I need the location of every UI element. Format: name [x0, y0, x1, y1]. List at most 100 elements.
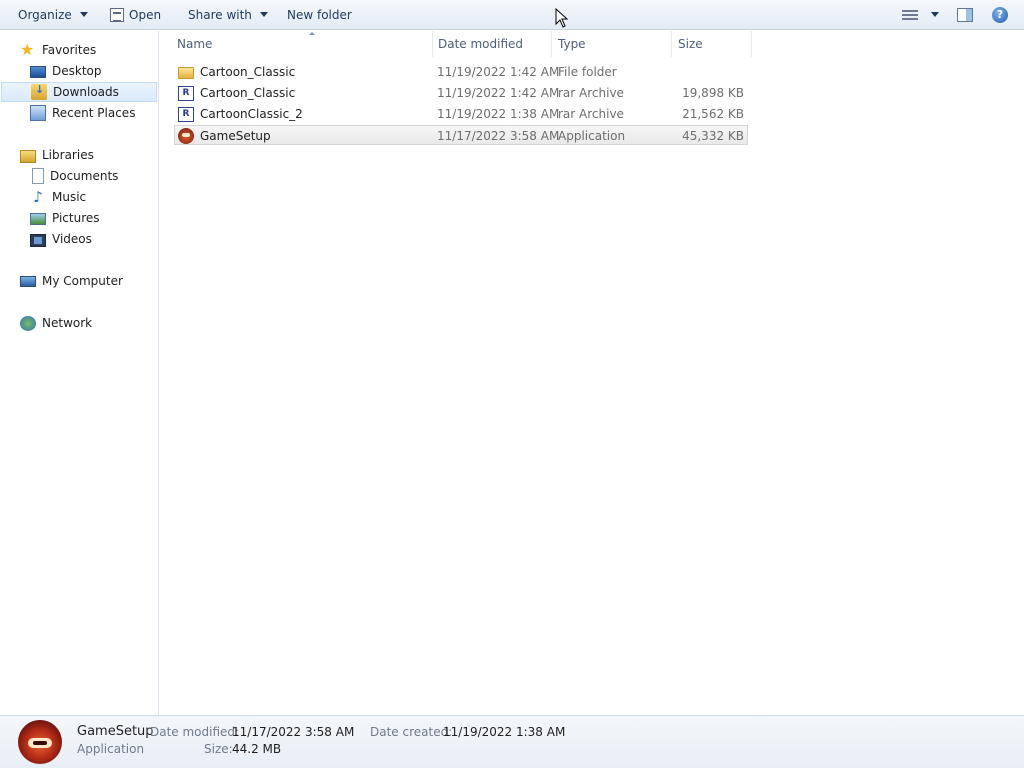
details-file-name: GameSetup	[77, 724, 154, 739]
nav-desktop-label: Desktop	[52, 64, 102, 78]
command-bar: Organize Open Share with New folder ?	[0, 0, 1024, 30]
details-created-label: Date created:	[370, 725, 453, 739]
mouse-cursor-icon	[555, 8, 569, 28]
open-button[interactable]: Open	[110, 0, 161, 29]
file-row[interactable]: Cartoon_Classic 11/19/2022 1:42 AM File …	[174, 62, 748, 82]
change-view-button[interactable]	[902, 0, 939, 29]
help-icon: ?	[992, 6, 1008, 23]
column-header-size[interactable]: Size	[672, 31, 752, 57]
column-header-name[interactable]: Name	[171, 31, 433, 57]
column-size-label: Size	[678, 37, 703, 51]
details-pane: GameSetup Application Date modified: 11/…	[0, 715, 1024, 768]
column-type-label: Type	[558, 37, 586, 51]
column-name-label: Name	[177, 37, 213, 51]
file-name: GameSetup	[200, 129, 271, 143]
file-row[interactable]: R Cartoon_Classic 11/19/2022 1:42 AM rar…	[174, 83, 748, 103]
nav-libraries-label: Libraries	[42, 148, 94, 162]
details-modified-value: 11/17/2022 3:58 AM	[232, 725, 355, 739]
file-name: Cartoon_Classic	[200, 86, 296, 100]
open-icon	[110, 7, 124, 22]
desktop-icon	[30, 66, 46, 78]
nav-libraries[interactable]: Libraries	[0, 145, 158, 165]
file-size: 19,898 KB	[682, 86, 744, 100]
new-folder-label: New folder	[287, 7, 352, 22]
file-list: Name Date modified Type Size Cartoon_Cla…	[160, 31, 1024, 715]
file-name-cell: R CartoonClassic_2	[178, 104, 303, 124]
nav-network[interactable]: Network	[0, 313, 158, 333]
file-size: 21,562 KB	[682, 107, 744, 121]
nav-favorites[interactable]: ★ Favorites	[20, 40, 157, 60]
file-name: CartoonClassic_2	[200, 107, 303, 121]
libraries-icon	[20, 149, 36, 163]
nav-desktop[interactable]: Desktop	[0, 61, 158, 81]
details-size-label: Size:	[204, 742, 233, 756]
details-created-value: 11/19/2022 1:38 AM	[443, 725, 566, 739]
chevron-down-icon	[259, 12, 268, 17]
nav-recent-label: Recent Places	[52, 106, 136, 120]
nav-videos-label: Videos	[52, 232, 92, 246]
file-type: rar Archive	[558, 86, 624, 100]
computer-icon	[20, 276, 36, 287]
downloads-icon	[31, 83, 47, 100]
chevron-down-icon	[931, 12, 939, 17]
organize-label: Organize	[18, 7, 72, 22]
preview-pane-icon	[957, 7, 973, 22]
pictures-icon	[30, 213, 46, 225]
nav-documents[interactable]: Documents	[0, 166, 158, 186]
share-with-label: Share with	[188, 7, 252, 22]
nav-pictures[interactable]: Pictures	[0, 208, 158, 228]
file-size	[664, 62, 744, 82]
file-name-cell: Cartoon_Classic	[178, 62, 295, 82]
chevron-down-icon	[79, 12, 88, 17]
nav-music[interactable]: ♪ Music	[0, 187, 158, 207]
file-size: 45,332 KB	[682, 129, 744, 143]
column-header-type[interactable]: Type	[552, 31, 672, 57]
file-date: 11/17/2022 3:58 AM	[437, 129, 560, 143]
file-row-selected[interactable]: GameSetup 11/17/2022 3:58 AM Application…	[174, 125, 748, 145]
nav-documents-label: Documents	[50, 169, 119, 183]
navigation-pane: ★ Favorites Desktop Downloads Recent Pla…	[0, 31, 159, 715]
file-name-cell: R Cartoon_Classic	[178, 83, 295, 103]
nav-videos[interactable]: Videos	[0, 229, 158, 249]
nav-my-computer[interactable]: My Computer	[0, 271, 158, 291]
nav-computer-label: My Computer	[42, 274, 123, 288]
rar-archive-icon: R	[178, 85, 194, 101]
details-file-type: Application	[77, 742, 145, 756]
recent-places-icon	[30, 105, 46, 121]
file-type: rar Archive	[558, 107, 624, 121]
file-date: 11/19/2022 1:42 AM	[437, 86, 560, 100]
documents-icon	[32, 168, 44, 184]
new-folder-button[interactable]: New folder	[287, 0, 352, 29]
column-date-label: Date modified	[438, 37, 524, 51]
nav-pictures-label: Pictures	[52, 211, 100, 225]
open-label: Open	[129, 7, 162, 22]
star-icon: ★	[20, 40, 35, 59]
file-type: File folder	[558, 65, 617, 79]
details-size-value: 44.2 MB	[232, 742, 282, 756]
file-name: Cartoon_Classic	[200, 65, 296, 79]
network-icon	[20, 315, 36, 331]
nav-recent-places[interactable]: Recent Places	[0, 103, 158, 123]
sort-ascending-icon	[309, 32, 315, 35]
column-header-date[interactable]: Date modified	[432, 31, 552, 57]
music-icon: ♪	[33, 188, 43, 206]
file-date: 11/19/2022 1:38 AM	[437, 107, 560, 121]
preview-pane-button[interactable]	[957, 0, 973, 29]
application-icon	[178, 128, 194, 144]
views-icon	[902, 9, 918, 21]
organize-button[interactable]: Organize	[18, 0, 88, 29]
nav-music-label: Music	[52, 190, 87, 204]
folder-icon	[178, 67, 194, 79]
file-name-cell: GameSetup	[178, 126, 271, 146]
share-with-button[interactable]: Share with	[188, 0, 268, 29]
nav-favorites-label: Favorites	[42, 43, 97, 57]
file-date: 11/19/2022 1:42 AM	[437, 65, 560, 79]
videos-icon	[30, 233, 46, 247]
file-type: Application	[558, 129, 626, 143]
nav-downloads[interactable]: Downloads	[1, 82, 157, 102]
rar-archive-icon: R	[178, 106, 194, 122]
details-modified-label: Date modified:	[150, 725, 240, 739]
help-button[interactable]: ?	[992, 0, 1008, 29]
file-row[interactable]: R CartoonClassic_2 11/19/2022 1:38 AM ra…	[174, 104, 748, 124]
nav-downloads-label: Downloads	[53, 85, 119, 99]
